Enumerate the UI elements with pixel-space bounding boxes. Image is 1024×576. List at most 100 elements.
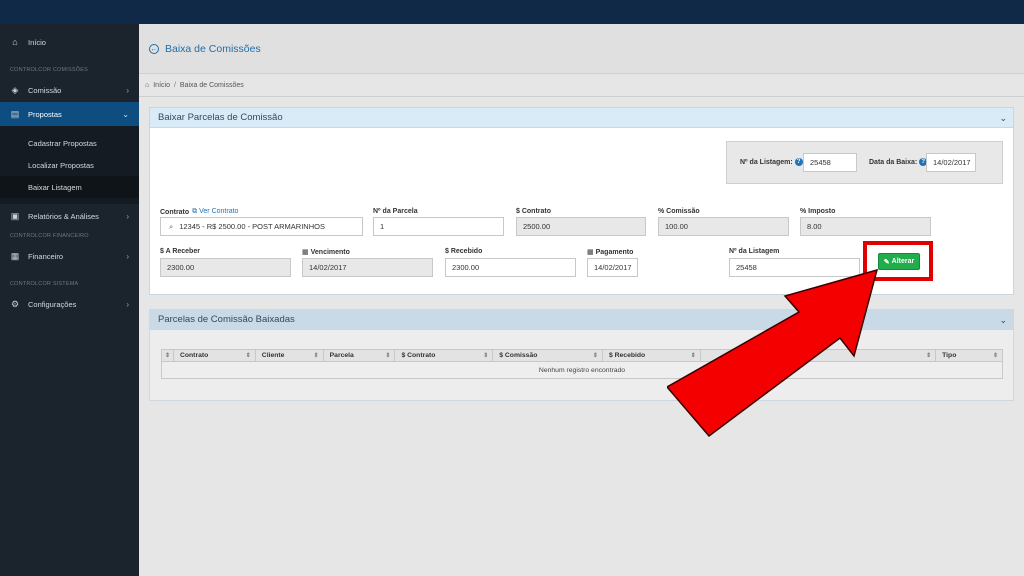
report-icon: ▣ <box>10 210 20 221</box>
pct-comissao-field: 100.00 <box>658 217 789 236</box>
top-bar <box>0 0 1024 24</box>
listagem-label: Nº da Listagem: ? <box>740 158 803 166</box>
sidebar-item-configuracoes[interactable]: ⚙ Configurações › <box>0 292 139 316</box>
sidebar-item-label: Início <box>28 37 46 47</box>
page-header: ← Baixa de Comissões <box>139 24 1024 74</box>
listagem-box: Nº da Listagem: ? 25458 Data da Baixa: ?… <box>726 141 1003 184</box>
data-baixa-input[interactable]: 14/02/2017 <box>926 153 976 172</box>
sidebar-item-label: Relatórios & Análises <box>28 211 99 221</box>
pagamento-label: ▦ Pagamento <box>587 248 634 257</box>
data-baixa-label-text: Data da Baixa: <box>869 158 918 166</box>
calendar-icon: ▦ <box>587 249 594 256</box>
chevron-down-icon[interactable]: ⌄ <box>999 310 1007 330</box>
sidebar-item-label: Localizar Propostas <box>28 160 94 170</box>
pct-imposto-field: 8.00 <box>800 217 931 236</box>
sidebar-item-inicio[interactable]: ⌂ Início <box>0 30 139 54</box>
sidebar-section-sistema: CONTROLCOR SISTEMA <box>10 281 79 287</box>
vencimento-label-text: Vencimento <box>310 248 350 256</box>
parcela-label: Nº da Parcela <box>373 208 418 215</box>
sidebar-item-label: Propostas <box>28 109 62 119</box>
divider <box>139 96 1024 97</box>
sort-icon: ⇕ <box>385 353 391 359</box>
column-header-tipo[interactable]: Tipo ⇕ <box>936 350 1002 361</box>
search-icon: ⌕ <box>169 221 174 231</box>
column-header-comissao[interactable]: $ Comissão ⇕ <box>493 350 603 361</box>
column-header-valor-contrato[interactable]: $ Contrato ⇕ <box>395 350 494 361</box>
pagamento-label-text: Pagamento <box>595 248 634 256</box>
vencimento-label: ▦ Vencimento <box>302 248 350 257</box>
column-header-parcela[interactable]: Parcela ⇕ <box>324 350 396 361</box>
calendar-icon: ▦ <box>302 249 309 256</box>
column-label: $ Contrato <box>401 352 436 359</box>
sidebar-item-localizar-propostas[interactable]: Localizar Propostas <box>0 154 139 176</box>
valor-contrato-label: $ Contrato <box>516 208 551 215</box>
sidebar-item-relatorios[interactable]: ▣ Relatórios & Análises › <box>0 204 139 228</box>
column-label: Contrato <box>179 352 209 359</box>
sidebar-item-baixar-listagem[interactable]: Baixar Listagem <box>0 176 139 198</box>
contrato-input[interactable]: ⌕ 12345 - R$ 2500.00 - POST ARMARINHOS <box>160 217 363 236</box>
listagem2-label: Nº da Listagem <box>729 248 780 255</box>
panel-header: Baixar Parcelas de Comissão ⌄ <box>150 108 1013 128</box>
chevron-right-icon: › <box>126 299 129 309</box>
listagem-label-text: Nº da Listagem: <box>740 158 793 166</box>
panel-title: Baixar Parcelas de Comissão <box>158 112 283 123</box>
column-label: Tipo <box>942 352 957 359</box>
sidebar: ⌂ Início CONTROLCOR COMISSÕES ◈ Comissão… <box>0 24 139 576</box>
sidebar-section-comissoes: CONTROLCOR COMISSÕES <box>10 67 88 73</box>
sort-icon: ⇕ <box>926 353 932 359</box>
sidebar-section-financeiro: CONTROLCOR FINANCEIRO <box>10 233 89 239</box>
sort-icon: ⇕ <box>313 353 319 359</box>
home-icon: ⌂ <box>12 37 18 47</box>
red-arrow-shape <box>667 268 879 438</box>
a-receber-label: $ A Receber <box>160 248 200 255</box>
calendar-icon: ▦ <box>10 250 20 261</box>
pct-comissao-label: % Comissão <box>658 208 700 215</box>
recebido-input[interactable]: 2300.00 <box>445 258 576 277</box>
contrato-label: Contrato ⧉ Ver Contrato <box>160 208 238 216</box>
sidebar-item-financeiro[interactable]: ▦ Financeiro › <box>0 244 139 268</box>
data-baixa-label: Data da Baixa: ? <box>869 158 928 166</box>
chevron-right-icon: › <box>126 85 129 95</box>
sidebar-item-propostas[interactable]: ▤ Propostas ⌄ <box>0 102 139 126</box>
breadcrumb-current: Baixa de Comissões <box>179 81 244 89</box>
clipboard-icon: ▤ <box>10 108 20 119</box>
sort-icon: ⇕ <box>164 353 170 359</box>
sort-icon: ⇕ <box>245 353 251 359</box>
chevron-right-icon: › <box>126 211 129 221</box>
sidebar-item-label: Comissão <box>28 85 62 95</box>
pct-imposto-label: % Imposto <box>800 208 836 215</box>
breadcrumb: ⌂ Início / Baixa de Comissões <box>145 76 244 94</box>
column-header-contrato[interactable]: Contrato ⇕ <box>174 350 256 361</box>
annotation-arrow <box>667 268 879 438</box>
sort-icon: ⇕ <box>592 353 598 359</box>
ver-contrato-text: Ver Contrato <box>199 208 239 215</box>
column-label: Cliente <box>261 352 285 359</box>
contrato-label-text: Contrato <box>160 208 190 216</box>
parcela-input[interactable]: 1 <box>373 217 504 236</box>
sidebar-item-cadastrar-propostas[interactable]: Cadastrar Propostas <box>0 132 139 154</box>
main-content: ← Baixa de Comissões ⌂ Início / Baixa de… <box>139 24 1024 576</box>
sidebar-item-label: Configurações <box>28 299 77 309</box>
back-arrow-icon[interactable]: ← <box>149 44 159 54</box>
sort-icon: ⇕ <box>992 353 998 359</box>
help-icon[interactable]: ? <box>794 158 803 166</box>
vencimento-field: 14/02/2017 <box>302 258 433 277</box>
chevron-down-icon: ⌄ <box>122 109 129 119</box>
panel-title: Parcelas de Comissão Baixadas <box>158 314 295 325</box>
page-title: ← Baixa de Comissões <box>149 43 261 55</box>
breadcrumb-home[interactable]: Início <box>153 82 170 89</box>
ver-contrato-link[interactable]: ⧉ Ver Contrato <box>192 208 238 216</box>
sidebar-submenu-propostas: Cadastrar Propostas Localizar Propostas … <box>0 126 139 204</box>
external-link-icon: ⧉ <box>192 208 198 215</box>
gear-icon: ⚙ <box>10 298 20 309</box>
pagamento-input[interactable]: 14/02/2017 <box>587 258 638 277</box>
valor-contrato-field: 2500.00 <box>516 217 646 236</box>
recebido-label: $ Recebido <box>445 248 483 255</box>
sidebar-item-comissao[interactable]: ◈ Comissão › <box>0 78 139 102</box>
listagem-input[interactable]: 25458 <box>803 153 857 172</box>
home-icon: ⌂ <box>145 81 150 89</box>
table-sort-all[interactable]: ⇕ <box>162 350 174 361</box>
column-header-cliente[interactable]: Cliente ⇕ <box>256 350 324 361</box>
chevron-down-icon[interactable]: ⌄ <box>999 108 1007 128</box>
chevron-right-icon: › <box>126 251 129 261</box>
